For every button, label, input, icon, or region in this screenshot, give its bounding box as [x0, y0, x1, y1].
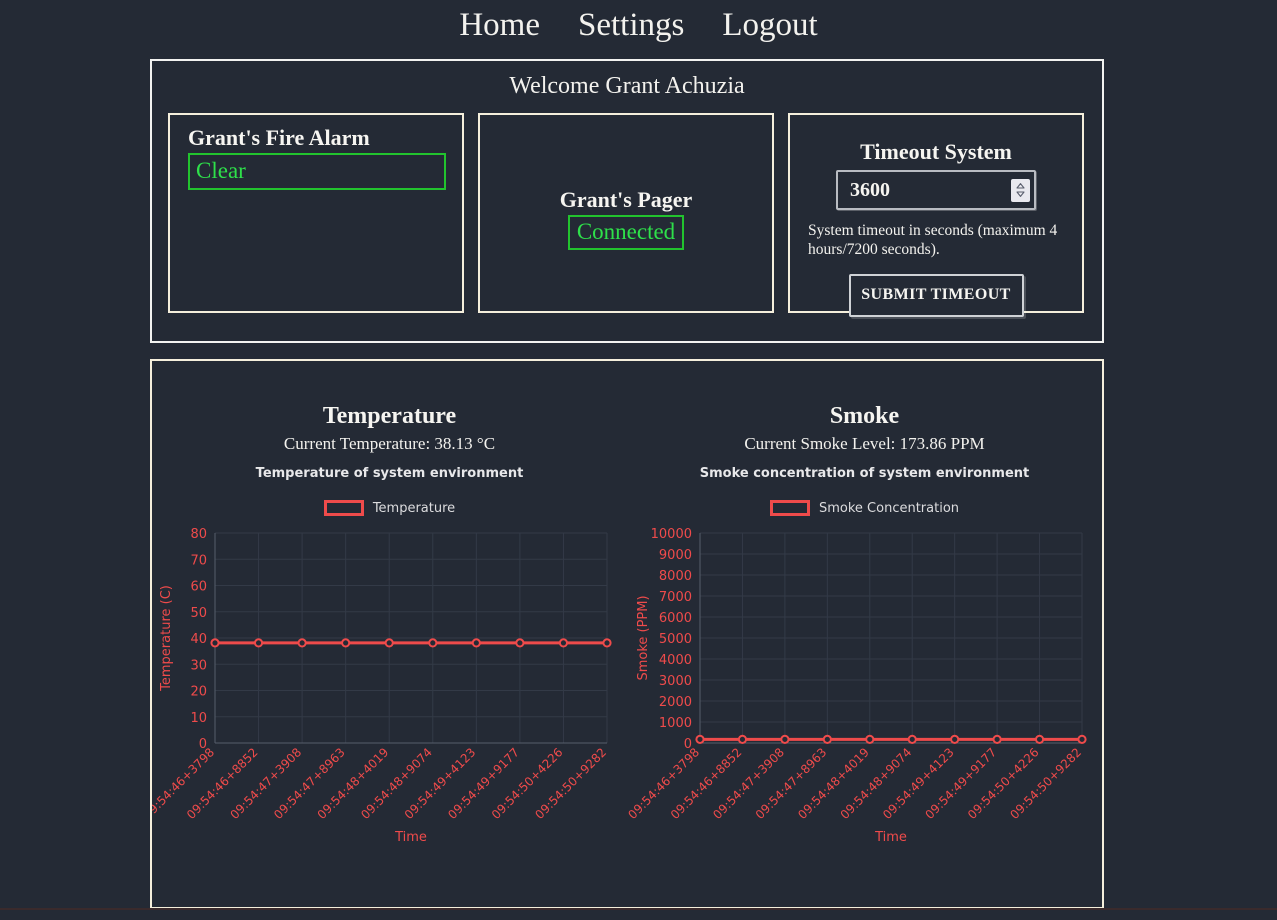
svg-text:40: 40	[190, 632, 207, 647]
svg-text:Temperature (C): Temperature (C)	[159, 585, 174, 692]
svg-text:1000: 1000	[659, 716, 692, 731]
smoke-chart-subtitle: Smoke concentration of system environmen…	[699, 466, 1030, 482]
legend-swatch-icon	[769, 500, 810, 517]
smoke-chart-block: Smoke Current Smoke Level: 173.86 PPM Sm…	[627, 403, 1102, 855]
svg-text:3000: 3000	[659, 674, 692, 689]
submit-timeout-button[interactable]: SUBMIT TIMEOUT	[848, 273, 1024, 317]
svg-text:Smoke (PPM): Smoke (PPM)	[636, 596, 651, 681]
temperature-chart-block: Temperature Current Temperature: 38.13 °…	[152, 403, 627, 855]
svg-text:80: 80	[190, 527, 207, 542]
nav-link-logout[interactable]: Logout	[722, 8, 817, 42]
legend-swatch-icon	[323, 500, 364, 517]
svg-text:09:54:46+3798: 09:54:46+3798	[627, 746, 702, 823]
nav-link-settings[interactable]: Settings	[578, 8, 684, 42]
timeout-panel: Timeout System 3600 System timeout in se…	[788, 112, 1084, 317]
smoke-chart-legend[interactable]: Smoke Concentration	[627, 499, 1102, 517]
svg-text:Time: Time	[394, 830, 427, 845]
smoke-legend-label: Smoke Concentration	[818, 500, 960, 516]
charts-row: Temperature Current Temperature: 38.13 °…	[152, 361, 1102, 855]
fire-alarm-status-badge: Clear	[188, 153, 446, 190]
pager-title: Grant's Pager	[559, 186, 693, 212]
number-spinner-icon[interactable]	[1011, 178, 1030, 202]
smoke-plot[interactable]: 0 1000 2000 3000 4000 5000 6000 7000 8000 9000 100…	[627, 525, 1102, 855]
status-panels-row: Grant's Fire Alarm Clear Grant's Pager C…	[152, 112, 1102, 317]
fire-alarm-title: Grant's Fire Alarm	[188, 124, 370, 150]
temperature-chart-legend[interactable]: Temperature	[152, 499, 627, 517]
timeout-input-value: 3600	[850, 178, 890, 201]
charts-card: Temperature Current Temperature: 38.13 °…	[150, 359, 1104, 909]
welcome-message: Welcome Grant Achuzia	[509, 73, 745, 99]
svg-text:20: 20	[190, 685, 207, 700]
svg-text:Time: Time	[874, 830, 907, 845]
status-card: Welcome Grant Achuzia Grant's Fire Alarm…	[150, 59, 1104, 343]
temperature-legend-label: Temperature	[372, 500, 456, 516]
svg-text:60: 60	[190, 580, 207, 595]
smoke-chart-title: Smoke	[829, 403, 900, 429]
timeout-title: Timeout System	[860, 138, 1012, 164]
temperature-chart-title: Temperature	[322, 403, 457, 429]
svg-text:10: 10	[190, 711, 207, 726]
fire-alarm-panel: Grant's Fire Alarm Clear	[168, 112, 464, 313]
bottom-divider	[0, 908, 1277, 910]
svg-text:9000: 9000	[659, 548, 692, 563]
timeout-help-text: System timeout in seconds (maximum 4 hou…	[808, 222, 1058, 258]
timeout-input[interactable]: 3600	[836, 170, 1036, 211]
svg-text:70: 70	[190, 554, 207, 569]
temperature-plot[interactable]: 0 10 20 30 40 50 60 70 80 Temperature (C) 09:54:46…	[152, 525, 627, 855]
svg-text:50: 50	[190, 606, 207, 621]
pager-panel: Grant's Pager Connected	[478, 112, 774, 313]
svg-text:4000: 4000	[659, 653, 692, 668]
nav-link-home[interactable]: Home	[459, 8, 540, 42]
pager-content: Grant's Pager Connected	[494, 187, 758, 250]
main-navigation: Home Settings Logout	[0, 0, 1277, 50]
svg-text:8000: 8000	[659, 569, 692, 584]
svg-text:7000: 7000	[659, 590, 692, 605]
svg-text:5000: 5000	[659, 632, 692, 647]
temperature-chart-subtitle: Temperature of system environment	[255, 466, 524, 482]
pager-status-badge: Connected	[567, 215, 685, 250]
current-temperature-readout: Current Temperature: 38.13 °C	[283, 434, 496, 454]
svg-text:2000: 2000	[659, 695, 692, 710]
current-smoke-readout: Current Smoke Level: 173.86 PPM	[744, 434, 985, 454]
svg-text:6000: 6000	[659, 611, 692, 626]
svg-text:30: 30	[190, 659, 207, 674]
svg-text:10000: 10000	[651, 527, 692, 542]
